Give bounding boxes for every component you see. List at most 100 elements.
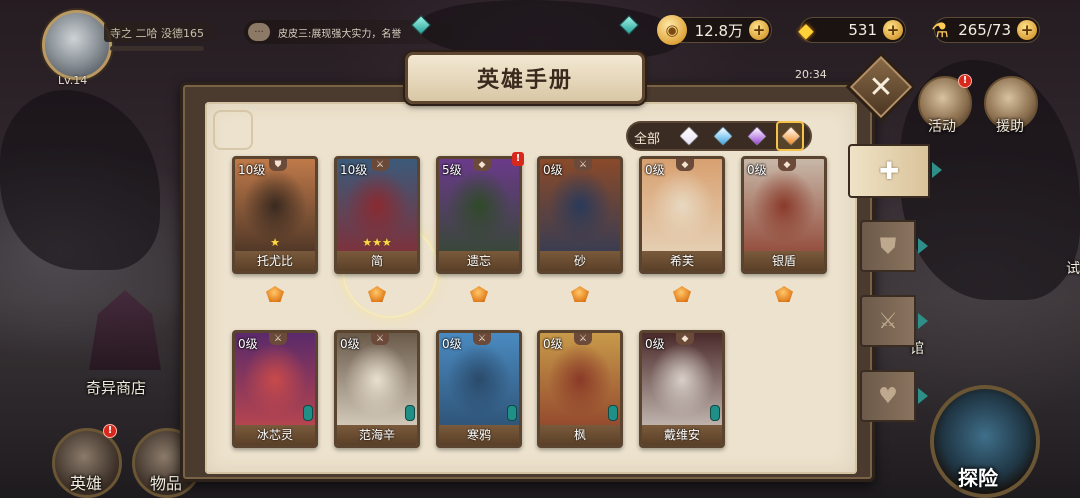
tab-arrow-icon: [932, 162, 942, 178]
hero-card[interactable]: ⚔ 0级冰芯灵: [232, 330, 318, 448]
shield-class-icon: ⛊: [879, 233, 897, 259]
sword-class-icon: ⚔: [878, 308, 898, 334]
hero-name: 范海辛: [337, 425, 417, 445]
clock: 20:34: [795, 68, 827, 81]
hero-name: 银盾: [744, 251, 824, 271]
warrior-class-icon: ⚔: [574, 159, 592, 171]
stamina-value: 265/73: [958, 21, 1011, 39]
warrior-class-icon: ⚔: [371, 333, 389, 345]
gold-coin-icon: ◉: [657, 15, 687, 45]
hero-stars: ★★★: [362, 236, 392, 249]
shop-label[interactable]: 奇异商店: [86, 377, 146, 398]
stamina-icon: ⚗: [931, 18, 949, 42]
warrior-class-icon: ⚔: [269, 333, 287, 345]
add-stamina-button[interactable]: +: [1017, 20, 1037, 40]
blue-gem-icon-shape: [713, 126, 733, 146]
chat-message: 皮皮三:展现强大实力，名誉: [278, 28, 402, 40]
hero-level: 0级: [645, 337, 665, 351]
tab-heart-class[interactable]: ♥: [860, 370, 916, 422]
tank-class-icon: ⛊: [269, 159, 287, 171]
hero-card[interactable]: ◆ 0级戴维安: [639, 330, 725, 448]
warrior-class-icon: ⚔: [574, 333, 592, 345]
panel-title: 英雄手册: [476, 68, 573, 93]
hero-pip-icon: [608, 405, 618, 421]
tab-arrow-icon: [918, 238, 928, 254]
white-gem-icon-shape: [679, 126, 699, 146]
hero-name: 寒鸦: [439, 425, 519, 445]
hero-alert-badge: !: [512, 152, 524, 166]
hero-level: 10级: [238, 163, 266, 177]
support-class-icon: ◆: [778, 159, 796, 171]
panel-title-plate: 英雄手册: [405, 52, 645, 104]
grid-all-icon: ✚: [878, 157, 900, 185]
gold-currency[interactable]: ◉ 12.8万 +: [657, 15, 772, 45]
add-gold-button[interactable]: +: [749, 20, 769, 40]
tab-shield-class[interactable]: ⛊: [860, 220, 916, 272]
hero-level: 0级: [543, 337, 563, 351]
orange-gem-icon[interactable]: [780, 125, 802, 147]
hero-pip-icon: [303, 405, 313, 421]
tab-grid-all[interactable]: ✚: [848, 144, 930, 198]
support-class-icon: ◆: [473, 159, 491, 171]
diamond-currency[interactable]: ◆ 531 +: [798, 17, 906, 43]
hero-card[interactable]: ⚔ 0级范海辛: [334, 330, 420, 448]
hero-name: 戴维安: [642, 425, 722, 445]
player-name: 寺之 二哈 没德165: [104, 22, 216, 42]
activity-label: 活动: [928, 119, 956, 135]
diamond-gem-icon: ◆: [798, 18, 814, 42]
hero-level: 0级: [442, 337, 462, 351]
hero-stars: ★: [270, 236, 280, 249]
orange-gem-icon-shape: [781, 126, 801, 146]
exp-bar: [110, 46, 204, 51]
hero-pip-icon: [710, 405, 720, 421]
hero-name: 遗忘: [439, 251, 519, 271]
explore-label: 探险: [958, 466, 998, 490]
close-icon[interactable]: ✕: [856, 62, 906, 112]
tab-sword-class[interactable]: ⚔: [860, 295, 916, 347]
support-class-icon: ◆: [676, 159, 694, 171]
diamond-value: 531: [848, 21, 877, 39]
player-avatar[interactable]: [42, 10, 112, 80]
hero-card[interactable]: ⚔ 0级砂: [537, 156, 623, 274]
hero-level: 0级: [645, 163, 665, 177]
hero-card[interactable]: ◆ 0级银盾: [741, 156, 827, 274]
hero-card[interactable]: ⚔ 10级 ★★★ 简: [334, 156, 420, 274]
hero-level: 0级: [747, 163, 767, 177]
hero-alert-badge: !: [103, 424, 117, 438]
edge-label: 试: [1066, 261, 1080, 277]
hero-name: 简: [337, 251, 417, 271]
support-class-icon: ◆: [676, 333, 694, 345]
chat-bubble-icon: ···: [248, 23, 270, 41]
tab-arrow-icon: [918, 388, 928, 404]
hero-name: 枫: [540, 425, 620, 445]
hero-level: 0级: [340, 337, 360, 351]
hero-level: 5级: [442, 163, 462, 177]
add-diamond-button[interactable]: +: [883, 20, 903, 40]
corner-ornament: [213, 110, 253, 150]
purple-gem-icon-shape: [747, 126, 767, 146]
hero-name: 冰芯灵: [235, 425, 315, 445]
hero-card[interactable]: ◆ 0级 希芙: [639, 156, 725, 274]
filter-all-button[interactable]: 全部: [634, 128, 660, 147]
warrior-class-icon: ⚔: [371, 159, 389, 171]
items-nav-label: 物品: [150, 474, 183, 493]
warrior-class-icon: ⚔: [473, 333, 491, 345]
hero-card[interactable]: ◆ 5级遗忘: [436, 156, 522, 274]
hero-card[interactable]: ⚔ 0级枫: [537, 330, 623, 448]
hero-pip-icon: [507, 405, 517, 421]
hero-name: 砂: [540, 251, 620, 271]
hero-level: 10级: [340, 163, 368, 177]
player-level: Lv.14: [58, 74, 88, 87]
tab-arrow-icon: [918, 313, 928, 329]
white-gem-icon[interactable]: [678, 125, 700, 147]
blue-gem-icon[interactable]: [712, 125, 734, 147]
gold-value: 12.8万: [694, 21, 743, 40]
hero-card[interactable]: ⚔ 0级寒鸦: [436, 330, 522, 448]
hero-name: 托尤比: [235, 251, 315, 271]
purple-gem-icon[interactable]: [746, 125, 768, 147]
stamina-currency[interactable]: ⚗ 265/73 +: [931, 17, 1040, 43]
heart-class-icon: ♥: [878, 383, 898, 409]
hero-level: 0级: [238, 337, 258, 351]
hero-card[interactable]: ⛊ 10级 ★ 托尤比: [232, 156, 318, 274]
hero-nav-label: 英雄: [70, 474, 103, 493]
